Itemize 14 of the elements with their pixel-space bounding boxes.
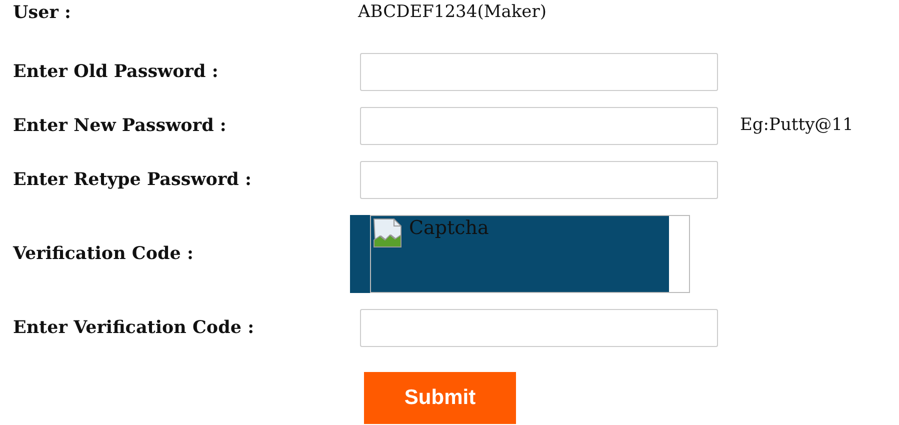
field-label: User : bbox=[13, 2, 72, 25]
field-label: Verification Code : bbox=[13, 242, 194, 266]
input-field[interactable] bbox=[360, 53, 718, 91]
input-field[interactable] bbox=[360, 309, 718, 347]
field-label: Enter Retype Password : bbox=[13, 168, 252, 192]
user-value: ABCDEF1234(Maker) bbox=[358, 1, 548, 24]
field-label: Enter Verification Code : bbox=[13, 316, 256, 340]
submit-button[interactable]: Submit bbox=[364, 372, 516, 424]
field-label: Enter Old Password : bbox=[13, 60, 220, 84]
captcha-alt-text: Captcha bbox=[409, 218, 489, 239]
field-label: Enter New Password : bbox=[13, 114, 228, 138]
input-field[interactable] bbox=[360, 107, 718, 145]
input-field[interactable] bbox=[360, 161, 718, 199]
password-hint: Eg:Putty@11 bbox=[740, 114, 854, 138]
